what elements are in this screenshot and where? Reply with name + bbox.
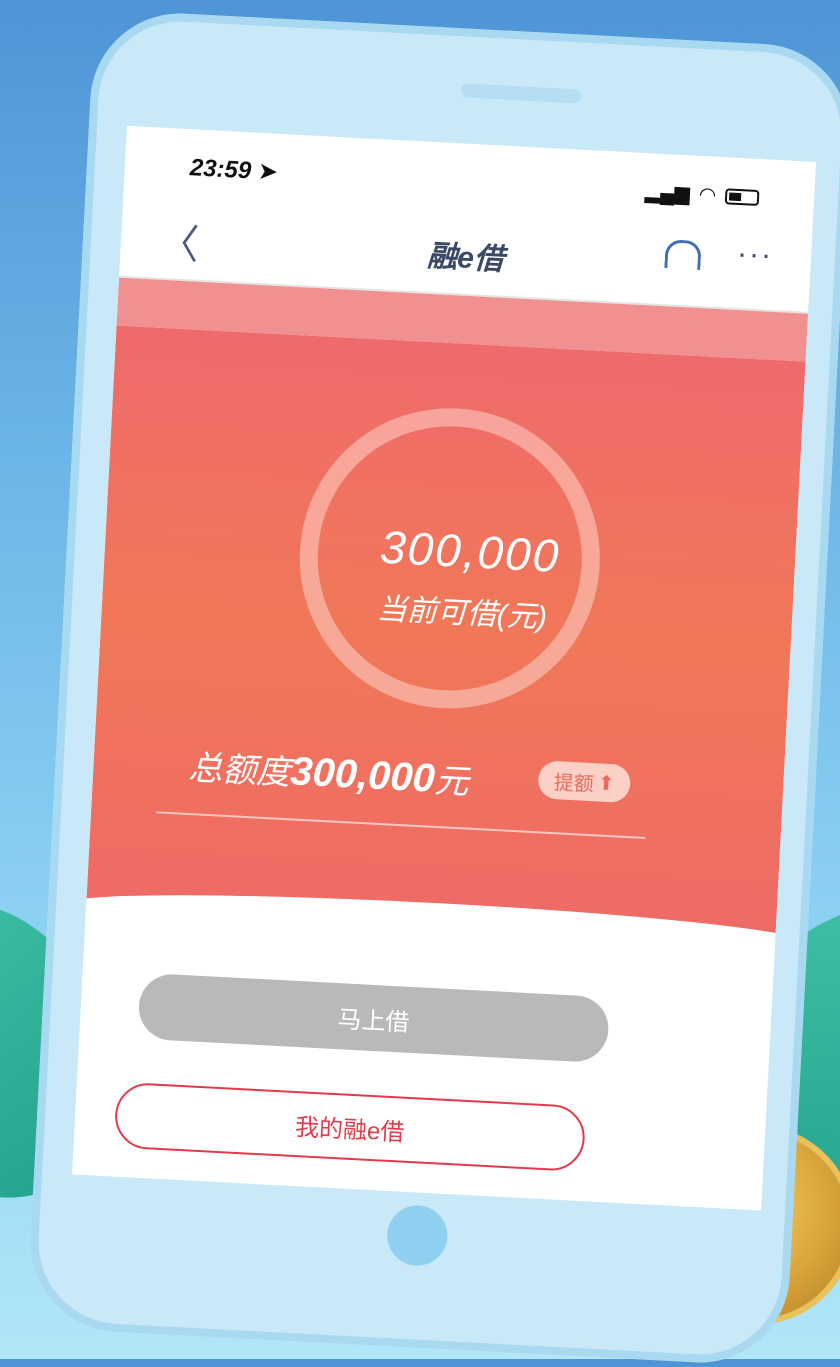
more-icon[interactable]: ··· — [736, 237, 774, 273]
signal-icon: ▂▄▆ — [644, 181, 691, 206]
battery-icon — [724, 187, 760, 206]
borrow-now-button[interactable]: 马上借 — [137, 972, 611, 1064]
total-amount: 300,000 — [289, 749, 436, 801]
total-credit: 总额度300,000元 — [187, 740, 470, 804]
wifi-icon: ◠ — [699, 183, 716, 207]
divider — [156, 811, 646, 839]
status-time: 23:59 ➤ — [189, 154, 279, 186]
my-loan-button[interactable]: 我的融e借 — [113, 1081, 587, 1173]
total-suffix: 元 — [433, 761, 470, 802]
location-arrow-icon: ➤ — [257, 157, 279, 186]
total-prefix: 总额度 — [187, 748, 292, 793]
status-icons: ▂▄▆ ◠ — [644, 179, 760, 210]
phone-speaker — [460, 83, 582, 104]
raise-limit-button[interactable]: 提额 ⬆ — [537, 760, 632, 804]
credit-card-panel: 300,000 当前可借(元) 总额度300,000元 提额 ⬆ — [86, 325, 806, 941]
headset-icon[interactable] — [664, 239, 702, 271]
phone-screen: 23:59 ➤ ▂▄▆ ◠ 〈 融e借 ··· 300,000 当前可借(元) … — [72, 125, 817, 1211]
home-button[interactable] — [385, 1204, 449, 1268]
arrow-up-icon: ⬆ — [597, 771, 616, 795]
phone-frame: 23:59 ➤ ▂▄▆ ◠ 〈 融e借 ··· 300,000 当前可借(元) … — [25, 9, 840, 1367]
raise-limit-label: 提额 — [553, 771, 595, 796]
